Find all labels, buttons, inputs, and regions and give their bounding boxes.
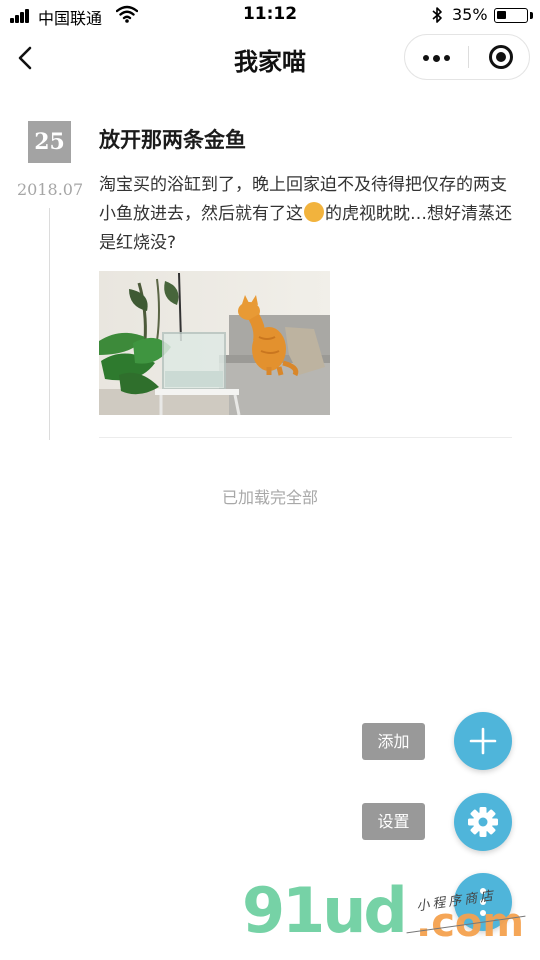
post-title[interactable]: 放开那两条金鱼 bbox=[99, 124, 246, 154]
orange-cat-watching-fish-tank-photo bbox=[99, 271, 330, 415]
back-arrow-icon bbox=[18, 46, 32, 70]
settings-label-button[interactable]: 设置 bbox=[362, 803, 425, 840]
add-button[interactable] bbox=[454, 712, 512, 770]
add-label-button[interactable]: 添加 bbox=[362, 723, 425, 760]
more-vertical-icon bbox=[480, 888, 486, 916]
post-body: 淘宝买的浴缸到了，晚上回家迫不及待得把仅存的两支小鱼放进去，然后就有了这 的虎视眈… bbox=[99, 171, 519, 258]
close-mini-program-button[interactable] bbox=[469, 35, 531, 79]
settings-button[interactable] bbox=[454, 793, 512, 851]
more-button[interactable] bbox=[454, 873, 512, 931]
post-day-badge: 25 bbox=[28, 121, 71, 163]
battery-tip bbox=[530, 12, 533, 19]
post-month-label: 2018.07 bbox=[17, 180, 84, 199]
post-divider bbox=[99, 437, 512, 438]
status-bar: 中国联通 11:12 35% bbox=[0, 0, 540, 30]
gear-icon bbox=[468, 807, 498, 837]
watermark-logo: 91ud bbox=[242, 874, 408, 947]
more-menu-button[interactable] bbox=[405, 35, 467, 79]
back-button[interactable] bbox=[8, 40, 44, 76]
cat-face-emoji bbox=[304, 202, 324, 222]
battery-level bbox=[497, 11, 506, 19]
mini-program-capsule bbox=[404, 34, 530, 80]
list-end-text: 已加载完全部 bbox=[221, 488, 318, 507]
battery-percent: 35% bbox=[452, 5, 488, 24]
plus-icon bbox=[469, 727, 497, 755]
bluetooth-icon bbox=[432, 7, 442, 23]
post-photo[interactable] bbox=[99, 271, 330, 415]
nav-bar: 我家喵 bbox=[0, 30, 540, 88]
timeline-line bbox=[49, 208, 50, 440]
battery-icon bbox=[494, 8, 528, 23]
